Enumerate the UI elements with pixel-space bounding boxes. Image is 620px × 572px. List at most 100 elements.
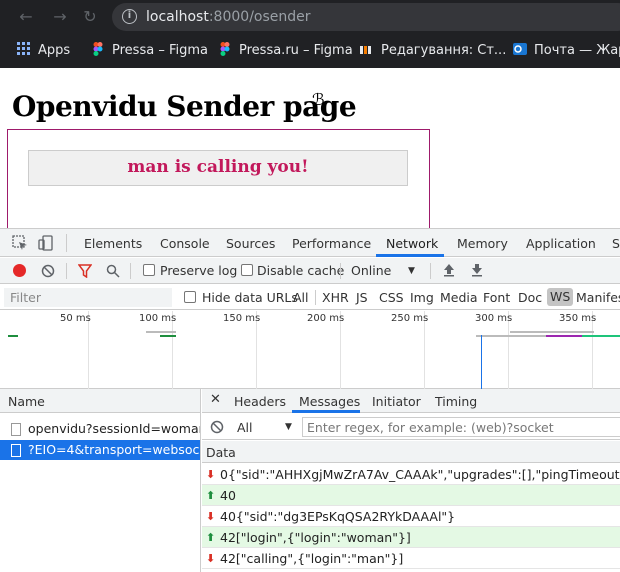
back-arrow-icon[interactable]: ← <box>16 7 36 27</box>
import-har-icon[interactable] <box>443 263 455 277</box>
address-bar[interactable]: i localhost:8000/osender <box>112 3 620 31</box>
clear-icon[interactable] <box>41 264 55 278</box>
detail-tab-bar: ✕ Headers Messages Initiator Timing <box>202 389 620 413</box>
tab-sources[interactable]: Sources <box>226 236 275 251</box>
message-row[interactable]: ⬇ 42["calling",{"login":"man"}] <box>202 548 620 569</box>
tab-headers[interactable]: Headers <box>234 394 286 409</box>
timeline-bar <box>510 331 594 333</box>
sent-arrow-icon: ⬆ <box>206 489 216 502</box>
timeline-tick: 100 ms <box>139 313 177 324</box>
message-filter-bar: All ▼ <box>202 414 620 440</box>
outlook-icon <box>513 43 527 55</box>
name-column-header[interactable]: Name <box>0 389 200 413</box>
bookmark-pressa-ru-figma[interactable]: Pressa.ru – Figma <box>218 42 353 58</box>
timeline-bar <box>160 335 176 337</box>
filter-type-doc[interactable]: Doc <box>518 290 542 305</box>
call-message: man is calling you! <box>28 150 408 186</box>
message-type-select[interactable]: All <box>237 420 253 435</box>
tab-timing[interactable]: Timing <box>435 394 477 409</box>
data-column-header[interactable]: Data <box>202 441 620 463</box>
tab-messages[interactable]: Messages <box>299 394 360 409</box>
navigation-bar: ← → ↻ i localhost:8000/osender <box>0 0 620 34</box>
request-row-selected[interactable]: ?EIO=4&transport=websocket <box>0 440 200 460</box>
throttle-select[interactable]: Online <box>351 263 391 278</box>
reload-icon[interactable]: ↻ <box>80 7 100 27</box>
timeline-bar <box>146 331 176 333</box>
bookmark-mail[interactable]: Почта — Жар <box>513 42 620 58</box>
sent-arrow-icon: ⬆ <box>206 531 216 544</box>
filter-type-xhr[interactable]: XHR <box>322 290 349 305</box>
requests-list: Name openvidu?sessionId=woman ?EIO=4&tra… <box>0 389 201 572</box>
chevron-down-icon[interactable]: ▼ <box>408 266 415 276</box>
message-regex-input[interactable] <box>302 417 620 437</box>
request-row[interactable]: openvidu?sessionId=woman <box>0 419 200 439</box>
filter-type-css[interactable]: CSS <box>379 290 404 305</box>
clear-messages-icon[interactable] <box>210 420 224 434</box>
message-row[interactable]: ⬇ 0{"sid":"AHHXgjMwZrA7Av_CAAAk","upgrade… <box>202 464 620 485</box>
tab-initiator[interactable]: Initiator <box>372 394 421 409</box>
timeline-tick: 250 ms <box>391 313 429 324</box>
message-row[interactable]: ⬆ 40 <box>202 485 620 506</box>
timeline-tick: 300 ms <box>475 313 513 324</box>
figma-icon <box>93 42 103 56</box>
chevron-down-icon[interactable]: ▼ <box>285 422 292 432</box>
info-icon[interactable]: i <box>122 9 137 24</box>
inspect-element-icon[interactable] <box>12 235 28 251</box>
browser-chrome: ← → ↻ i localhost:8000/osender Apps Pres… <box>0 0 620 68</box>
timeline-bar <box>8 335 18 337</box>
figma-icon <box>220 42 230 56</box>
call-container: man is calling you! <box>7 129 430 239</box>
filter-type-manifest[interactable]: Manifes <box>576 290 620 305</box>
received-arrow-icon: ⬇ <box>206 552 216 565</box>
timeline-tick: 200 ms <box>307 313 345 324</box>
tab-console[interactable]: Console <box>160 236 210 251</box>
devtools-panel: Elements Console Sources Performance Net… <box>0 228 620 572</box>
file-icon <box>11 423 21 436</box>
text-cursor-icon: ℬ <box>312 90 325 109</box>
bookmark-pressa-figma[interactable]: Pressa – Figma <box>91 42 208 58</box>
tab-memory[interactable]: Memory <box>457 236 508 251</box>
network-toolbar: Preserve log Disable cache Online ▼ <box>0 258 620 284</box>
filter-type-font[interactable]: Font <box>483 290 510 305</box>
timeline-bar <box>546 335 582 337</box>
network-timeline-overview[interactable]: 50 ms 100 ms 150 ms 200 ms 250 ms 300 ms… <box>0 311 620 389</box>
active-detail-tab-indicator <box>292 410 360 413</box>
devtools-tab-bar: Elements Console Sources Performance Net… <box>0 229 620 257</box>
file-icon <box>11 444 21 457</box>
tab-performance[interactable]: Performance <box>292 236 371 251</box>
disable-cache-checkbox[interactable] <box>241 264 253 276</box>
preserve-log-label: Preserve log <box>160 263 238 278</box>
url-text: localhost:8000/osender <box>146 9 311 25</box>
message-row[interactable]: ⬆ 42["login",{"login":"woman"}] <box>202 527 620 548</box>
timeline-tick: 150 ms <box>223 313 261 324</box>
hide-data-urls-label: Hide data URLs <box>202 290 298 305</box>
tab-elements[interactable]: Elements <box>84 236 142 251</box>
request-detail-panel: ✕ Headers Messages Initiator Timing All … <box>202 389 620 572</box>
filter-type-ws[interactable]: WS <box>547 288 574 306</box>
forward-arrow-icon[interactable]: → <box>50 7 70 27</box>
tab-application[interactable]: Application <box>526 236 596 251</box>
timeline-tick: 350 ms <box>559 313 597 324</box>
filter-type-all[interactable]: All <box>293 290 309 305</box>
page-title: Openvidu Sender page <box>12 90 357 123</box>
record-button[interactable] <box>13 264 26 277</box>
search-icon[interactable] <box>106 264 120 278</box>
preserve-log-checkbox[interactable] <box>143 264 155 276</box>
filter-input[interactable] <box>4 288 172 307</box>
filter-type-img[interactable]: Img <box>410 290 434 305</box>
disable-cache-label: Disable cache <box>257 263 345 278</box>
tab-security[interactable]: S <box>612 236 620 251</box>
export-har-icon[interactable] <box>471 263 483 277</box>
device-toolbar-icon[interactable] <box>38 235 54 251</box>
bookmark-editing[interactable]: Редагування: Ст... <box>360 42 506 58</box>
message-row[interactable]: ⬇ 40{"sid":"dg3EPsKqQSA2RYkDAAAl"} <box>202 506 620 527</box>
close-icon[interactable]: ✕ <box>210 392 221 407</box>
timeline-tick: 50 ms <box>60 313 91 324</box>
bookmark-apps[interactable]: Apps <box>17 42 70 58</box>
filter-icon[interactable] <box>78 264 92 278</box>
bookmarks-bar: Apps Pressa – Figma Pressa.ru – Figma Ре… <box>0 36 620 64</box>
filter-type-media[interactable]: Media <box>440 290 478 305</box>
tab-network[interactable]: Network <box>386 236 438 251</box>
filter-type-js[interactable]: JS <box>356 290 368 305</box>
hide-data-urls-checkbox[interactable] <box>184 291 196 303</box>
